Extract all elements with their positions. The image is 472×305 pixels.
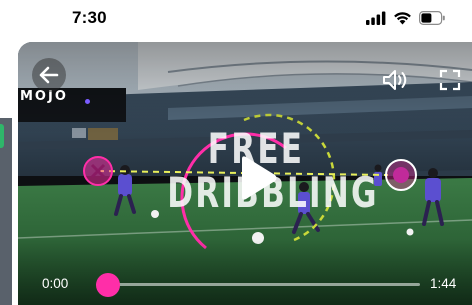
fullscreen-button[interactable] — [436, 66, 464, 94]
play-button[interactable] — [232, 150, 284, 206]
status-icons — [366, 11, 446, 25]
previous-card-chip — [0, 124, 4, 148]
back-button[interactable] — [32, 58, 66, 92]
fullscreen-icon — [439, 69, 461, 91]
battery-icon — [419, 11, 445, 25]
total-time: 1:44 — [430, 276, 457, 291]
seek-bar[interactable] — [96, 273, 420, 297]
back-arrow-icon — [39, 66, 59, 84]
status-bar: 7:30 — [0, 0, 472, 38]
status-time: 7:30 — [72, 8, 107, 27]
video-player[interactable]: MOJO FREE DRIBBLING 0:00 1:44 — [18, 42, 472, 305]
cellular-signal-icon — [366, 11, 386, 25]
seek-thumb[interactable] — [96, 273, 120, 297]
speaker-sound-icon — [383, 70, 407, 90]
current-time: 0:00 — [42, 276, 69, 291]
wifi-icon — [394, 12, 411, 25]
video-controls: 0:00 1:44 — [18, 262, 472, 305]
play-icon — [242, 156, 277, 200]
brand-logo-dot — [85, 99, 90, 104]
sound-button[interactable] — [380, 66, 412, 94]
